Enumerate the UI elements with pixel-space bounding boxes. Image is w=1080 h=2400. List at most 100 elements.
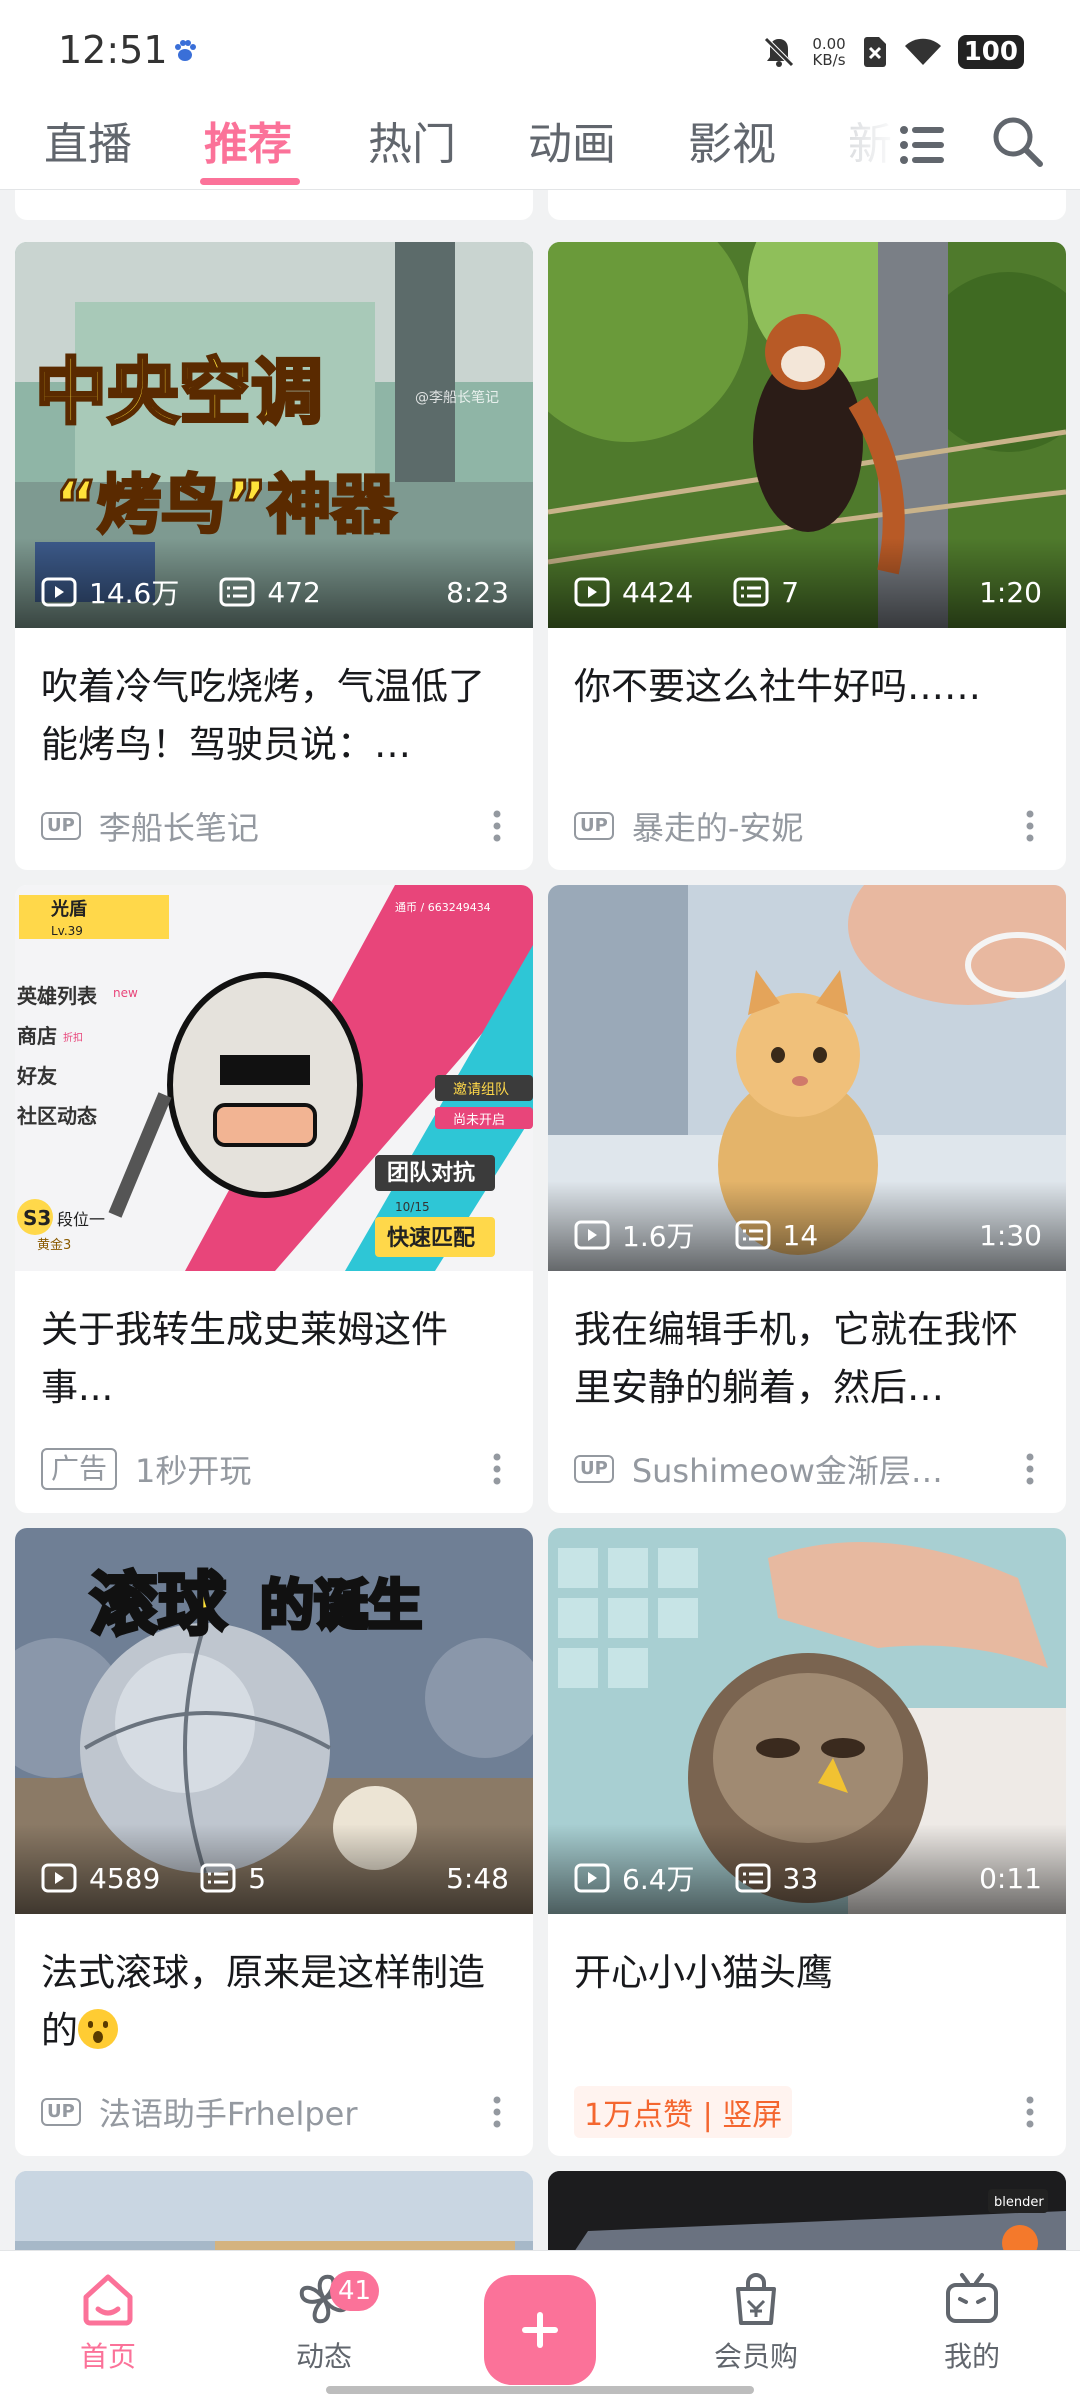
nav-home-label: 首页	[79, 2340, 136, 2373]
svg-text:团队对抗: 团队对抗	[387, 1160, 475, 1186]
cover-headline-1: 中央空调	[35, 350, 323, 434]
video-meta: 1万点赞 | 竖屏	[574, 2086, 1040, 2138]
ad-card[interactable]: 光盾 Lv.39 通币 / 663249434 英雄列表 new 商店 折扣 好…	[15, 885, 533, 1513]
tab-hot[interactable]: 热门	[368, 108, 456, 172]
video-card[interactable]: 6.4万 33 0:11 开心小小猫头鹰 1万点赞 | 竖屏	[548, 1528, 1066, 2156]
danmaku-count: 33	[782, 1861, 819, 1895]
cover-headline-2: 的诞生	[260, 1574, 422, 1637]
active-tab-indicator	[200, 178, 300, 185]
more-options-icon[interactable]	[487, 808, 507, 844]
previous-card-bottom	[548, 190, 1066, 220]
more-options-icon[interactable]	[487, 1451, 507, 1487]
video-meta: UP 李船长笔记	[41, 804, 507, 848]
video-card-partial[interactable]: blender	[548, 2171, 1066, 2250]
play-count: 4424	[622, 575, 694, 609]
more-options-icon[interactable]	[487, 2094, 507, 2130]
video-meta: 广告 1秒开玩	[41, 1447, 507, 1491]
svg-text:尚未开启: 尚未开启	[453, 1113, 505, 1128]
danmaku-count-icon	[200, 1863, 236, 1893]
wifi-icon	[904, 38, 941, 65]
up-tag: UP	[41, 2098, 81, 2126]
up-tag: UP	[574, 1455, 614, 1483]
video-title[interactable]: 我在编辑手机，它就在我怀里安静的躺着，然后…	[548, 1271, 1066, 1421]
nav-dynamic-label: 动态	[295, 2340, 352, 2373]
danmaku-count-icon	[735, 1863, 771, 1893]
video-cover[interactable]: 4424 7 1:20	[548, 242, 1066, 628]
more-options-icon[interactable]	[1020, 2094, 1040, 2130]
video-card[interactable]: 4424 7 1:20 你不要这么社牛好吗…… UP 暴走的-安妮	[548, 242, 1066, 870]
nav-mine[interactable]: 我的	[892, 2269, 1052, 2375]
home-icon	[83, 2274, 133, 2326]
video-stats: 4589 5 5:48	[41, 1858, 509, 1898]
video-feed: 中央空调 “烤鸟”神器 @李船长笔记 14.6万 472 8:23 吹着冷气吃烧…	[0, 190, 1080, 2250]
advertiser-name[interactable]: 1秒开玩	[135, 1446, 251, 1492]
video-cover[interactable]: 中央空调 “烤鸟”神器 @李船长笔记 14.6万 472 8:23	[15, 242, 533, 628]
publish-button[interactable]	[484, 2275, 596, 2385]
up-tag: UP	[574, 812, 614, 840]
nav-home[interactable]: 首页	[28, 2269, 188, 2375]
menu-icon[interactable]	[898, 120, 948, 170]
uploader-name[interactable]: 暴走的-安妮	[632, 803, 804, 849]
net-speed: 0.00 KB/s	[812, 35, 846, 69]
video-card-partial[interactable]	[15, 2171, 533, 2250]
tab-anime[interactable]: 动画	[528, 108, 616, 172]
svg-text:段位一: 段位一	[57, 1210, 105, 1229]
up-tag: UP	[41, 812, 81, 840]
play-count: 4589	[89, 1861, 161, 1895]
tab-recommend[interactable]: 推荐	[204, 108, 292, 172]
svg-text:快速匹配: 快速匹配	[387, 1225, 475, 1251]
play-count-icon	[574, 577, 610, 607]
nav-dynamic[interactable]: 动态 41	[244, 2269, 404, 2375]
video-card[interactable]: 1.6万 14 1:30 我在编辑手机，它就在我怀里安静的躺着，然后… UP S…	[548, 885, 1066, 1513]
video-title[interactable]: 吹着冷气吃烧烤，气温低了能烤鸟！驾驶员说：…	[15, 628, 533, 778]
sim-x-icon	[863, 37, 886, 67]
video-card[interactable]: 中央空调 “烤鸟”神器 @李船长笔记 14.6万 472 8:23 吹着冷气吃烧…	[15, 242, 533, 870]
cover-image: 光盾 Lv.39 通币 / 663249434 英雄列表 new 商店 折扣 好…	[15, 885, 533, 1271]
shopping-bag-icon	[736, 2273, 776, 2325]
video-meta: UP 暴走的-安妮	[574, 804, 1040, 848]
video-duration: 1:20	[979, 575, 1042, 609]
video-card[interactable]: 滚球 的诞生 4589 5 5:48 法式滚球，原来是这样制造的 UP 法语助手…	[15, 1528, 533, 2156]
search-icon[interactable]	[990, 114, 1044, 168]
ad-cover[interactable]: 光盾 Lv.39 通币 / 663249434 英雄列表 new 商店 折扣 好…	[15, 885, 533, 1271]
video-title[interactable]: 法式滚球，原来是这样制造的	[15, 1914, 533, 2064]
baidu-paw-icon	[175, 40, 196, 61]
video-cover[interactable]: 1.6万 14 1:30	[548, 885, 1066, 1271]
uploader-name[interactable]: Sushimeow金渐层…	[632, 1446, 943, 1492]
danmaku-count: 14	[782, 1218, 819, 1252]
video-cover[interactable]: 6.4万 33 0:11	[548, 1528, 1066, 1914]
uploader-name[interactable]: 李船长笔记	[99, 803, 259, 849]
svg-text:黄金3: 黄金3	[37, 1237, 71, 1253]
previous-card-bottom	[15, 190, 533, 220]
nav-mine-label: 我的	[943, 2340, 1000, 2373]
video-cover[interactable]: 滚球 的诞生 4589 5 5:48	[15, 1528, 533, 1914]
play-count-icon	[41, 577, 77, 607]
nav-mall[interactable]: 会员购	[676, 2269, 836, 2375]
video-title[interactable]: 开心小小猫头鹰	[548, 1914, 1066, 2064]
svg-text:英雄列表: 英雄列表	[17, 984, 98, 1008]
video-title[interactable]: 你不要这么社牛好吗……	[548, 628, 1066, 778]
surprised-face-emoji	[78, 2009, 118, 2049]
svg-text:通币 / 663249434: 通币 / 663249434	[395, 901, 491, 914]
ad-tag: 广告	[41, 1448, 118, 1490]
svg-text:好友: 好友	[16, 1064, 57, 1088]
hot-tag: 1万点赞 | 竖屏	[574, 2086, 793, 2138]
svg-text:社区动态: 社区动态	[16, 1104, 97, 1128]
danmaku-count-icon	[733, 577, 769, 607]
more-options-icon[interactable]	[1020, 808, 1040, 844]
play-count-icon	[574, 1220, 610, 1250]
cover-headline-1: 滚球	[90, 1566, 227, 1645]
svg-text:商店: 商店	[17, 1024, 57, 1048]
tab-live[interactable]: 直播	[44, 108, 132, 172]
video-stats: 4424 7 1:20	[574, 572, 1042, 612]
ad-title[interactable]: 关于我转生成史莱姆这件事...	[15, 1271, 533, 1421]
uploader-name[interactable]: 法语助手Frhelper	[99, 2089, 358, 2135]
more-options-icon[interactable]	[1020, 1451, 1040, 1487]
svg-text:S3: S3	[23, 1206, 51, 1230]
svg-text:10/15: 10/15	[395, 1200, 430, 1214]
tab-film[interactable]: 影视	[688, 108, 776, 172]
video-duration: 0:11	[979, 1861, 1042, 1895]
home-indicator[interactable]	[326, 2386, 754, 2394]
nav-mall-label: 会员购	[713, 2340, 798, 2373]
video-duration: 8:23	[446, 575, 509, 609]
